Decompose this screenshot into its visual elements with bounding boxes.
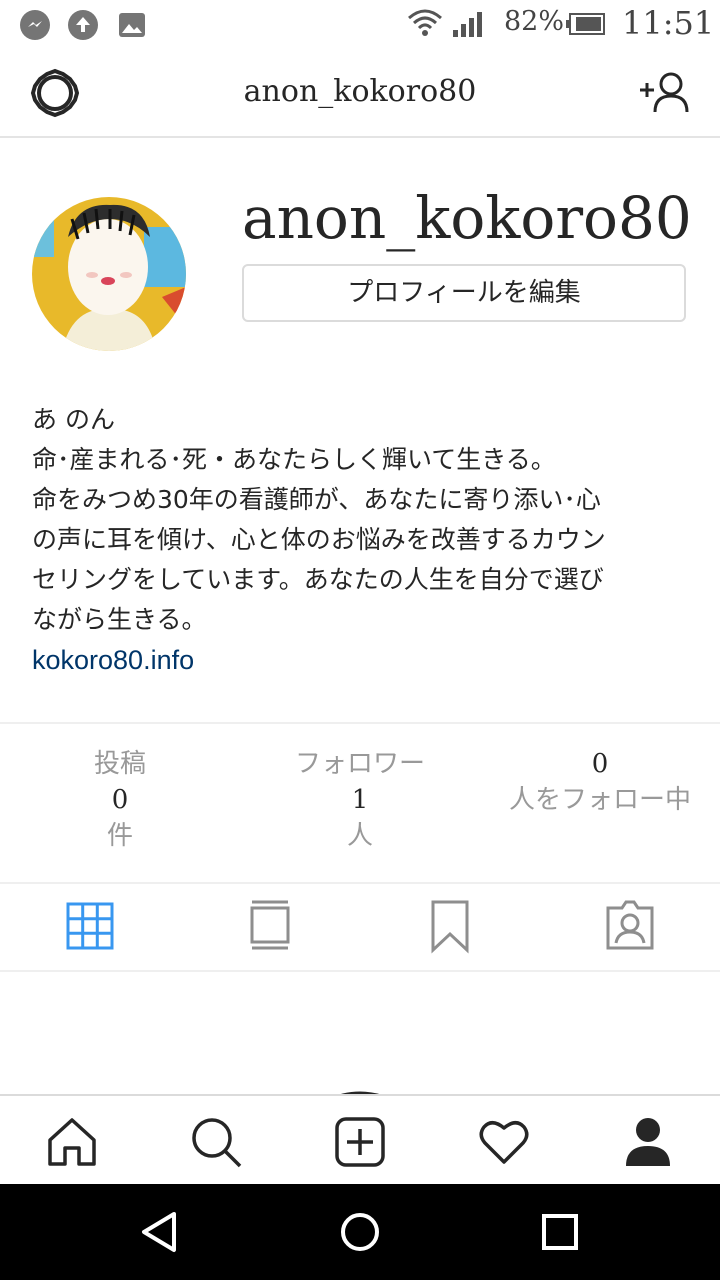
- profile-tabs: [0, 882, 720, 972]
- search-icon[interactable]: [188, 1114, 244, 1170]
- bio-line: 命･産まれる･死・あなたらしく輝いて生きる。: [32, 445, 556, 474]
- home-circle-icon[interactable]: [338, 1210, 382, 1254]
- wifi-icon: [407, 8, 443, 40]
- stat-posts-unit: 件: [106, 821, 133, 851]
- profile-username: anon_kokoro80: [242, 184, 692, 252]
- home-icon[interactable]: [44, 1114, 100, 1170]
- signal-icon: [452, 10, 486, 38]
- top-nav: anon_kokoro80: [0, 50, 720, 138]
- stat-followers-count: 1: [351, 785, 369, 815]
- battery-percent: 82%: [504, 6, 565, 37]
- bio-line: ながら生きる。: [32, 605, 207, 634]
- gallery-icon: [118, 12, 146, 38]
- grid-icon[interactable]: [60, 898, 120, 954]
- messenger-icon: [20, 10, 50, 40]
- heart-icon[interactable]: [476, 1114, 532, 1170]
- stat-followers[interactable]: フォロワー 1 人: [240, 746, 480, 854]
- bookmark-icon[interactable]: [420, 898, 480, 954]
- bio-line: 命をみつめ30年の看護師が、あなたに寄り添い･心: [32, 485, 601, 514]
- recents-icon[interactable]: [538, 1210, 582, 1254]
- profile-stats: 投稿 0 件 フォロワー 1 人 0 人をフォロー中: [0, 722, 720, 884]
- feed-icon[interactable]: [240, 898, 300, 954]
- tagged-icon[interactable]: [600, 898, 660, 954]
- stat-following-count: 0: [591, 749, 609, 779]
- stat-followers-label: フォロワー: [294, 749, 425, 779]
- stat-following-label: 人をフォロー中: [508, 785, 691, 815]
- bio-name: あ のん: [32, 405, 115, 434]
- system-nav-bar: [0, 1184, 720, 1280]
- profile-bio: あ のん 命･産まれる･死・あなたらしく輝いて生きる。 命をみつめ30年の看護師…: [32, 400, 692, 681]
- stat-posts-count: 0: [111, 785, 129, 815]
- stat-followers-unit: 人: [346, 821, 373, 851]
- nav-username-title: anon_kokoro80: [243, 74, 477, 109]
- stat-following[interactable]: 0 人をフォロー中: [480, 746, 720, 818]
- add-post-icon[interactable]: [332, 1114, 388, 1170]
- profile-icon[interactable]: [620, 1114, 676, 1170]
- upload-icon: [68, 10, 98, 40]
- bio-line: の声に耳を傾け、心と体のお悩みを改善するカウン: [32, 525, 606, 554]
- stat-posts-label: 投稿: [93, 749, 146, 779]
- bottom-nav: [0, 1094, 720, 1186]
- bio-line: セリングをしています。あなたの人生を自分で選び: [32, 565, 604, 594]
- edit-profile-button[interactable]: プロフィールを編集: [242, 264, 686, 322]
- clock: 11:51: [622, 4, 715, 42]
- website-link[interactable]: kokoro80.info: [32, 645, 194, 675]
- stat-posts[interactable]: 投稿 0 件: [0, 746, 240, 854]
- status-bar: 82% 11:51: [0, 0, 720, 50]
- add-user-icon[interactable]: [638, 70, 690, 116]
- profile-avatar[interactable]: [32, 197, 186, 351]
- back-icon[interactable]: [138, 1210, 182, 1254]
- battery-icon: [566, 12, 606, 36]
